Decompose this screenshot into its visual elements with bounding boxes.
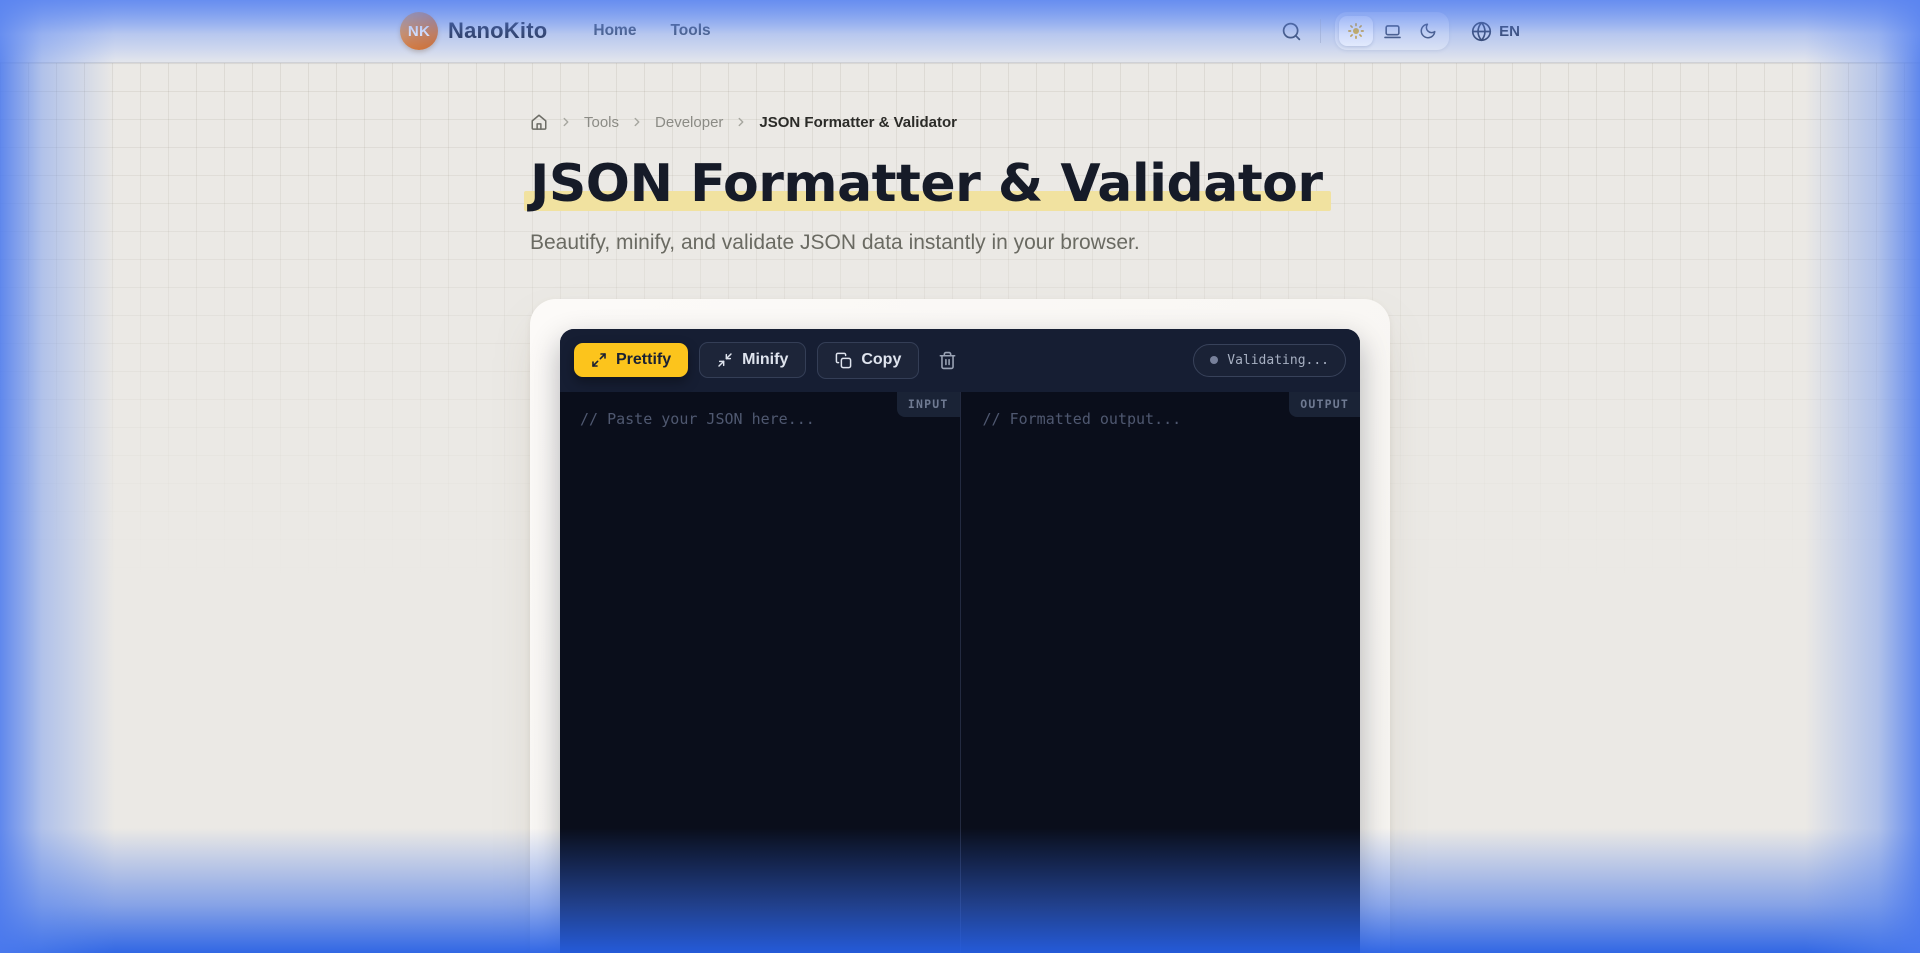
nav-link-tools[interactable]: Tools [670, 22, 710, 40]
breadcrumb: Tools Developer JSON Formatter & Validat… [530, 113, 1390, 131]
output-pane: OUTPUT // Formatted output... [961, 392, 1361, 953]
globe-icon [1471, 21, 1492, 42]
main-content: Tools Developer JSON Formatter & Validat… [530, 113, 1390, 953]
chevron-right-icon [630, 115, 644, 129]
chevron-right-icon [734, 115, 748, 129]
theme-system-button[interactable] [1375, 16, 1409, 46]
trash-icon [938, 351, 957, 370]
minify-label: Minify [742, 352, 788, 368]
theme-dark-button[interactable] [1411, 16, 1445, 46]
copy-label: Copy [861, 352, 901, 368]
validation-status-badge: Validating... [1193, 344, 1346, 377]
header-divider [1320, 19, 1321, 43]
copy-icon [835, 352, 852, 369]
json-input-textarea[interactable] [560, 392, 960, 953]
copy-button[interactable]: Copy [817, 342, 919, 379]
site-header: NK NanoKito Home Tools [0, 0, 1920, 63]
sun-icon [1347, 22, 1365, 40]
page-subtitle: Beautify, minify, and validate JSON data… [530, 231, 1390, 255]
home-icon [530, 113, 548, 131]
page-title: JSON Formatter & Validator [530, 155, 1390, 215]
json-tool-panel: Prettify Minify Copy [560, 329, 1360, 953]
tool-card: Prettify Minify Copy [530, 299, 1390, 953]
search-icon [1281, 21, 1302, 42]
input-pane: INPUT [560, 392, 960, 953]
moon-icon [1419, 22, 1437, 40]
status-label: Validating... [1227, 353, 1329, 368]
clear-button[interactable] [932, 345, 963, 376]
expand-icon [591, 352, 607, 368]
nav-link-home[interactable]: Home [593, 22, 636, 40]
breadcrumb-link-tools[interactable]: Tools [584, 114, 619, 131]
brand-logo[interactable]: NK NanoKito [400, 12, 547, 50]
editor-split-view: INPUT OUTPUT // Formatted output... [560, 392, 1360, 953]
logo-initials: NK [408, 23, 430, 40]
breadcrumb-home-link[interactable] [530, 113, 548, 131]
laptop-icon [1383, 22, 1402, 41]
chevron-right-icon [559, 115, 573, 129]
breadcrumb-current: JSON Formatter & Validator [759, 114, 957, 131]
language-label: EN [1499, 23, 1520, 40]
collapse-icon [717, 352, 733, 368]
language-button[interactable]: EN [1471, 21, 1520, 42]
prettify-button[interactable]: Prettify [574, 343, 688, 377]
breadcrumb-link-developer[interactable]: Developer [655, 114, 723, 131]
brand-name: NanoKito [448, 18, 547, 44]
main-nav: Home Tools [593, 22, 710, 40]
theme-toggle-group [1335, 12, 1449, 50]
output-pane-tag: OUTPUT [1289, 392, 1360, 417]
logo-badge: NK [400, 12, 438, 50]
minify-button[interactable]: Minify [699, 342, 806, 378]
status-dot-icon [1210, 356, 1218, 364]
theme-light-button[interactable] [1339, 16, 1373, 46]
input-pane-tag: INPUT [897, 392, 960, 417]
search-button[interactable] [1277, 17, 1306, 46]
tool-toolbar: Prettify Minify Copy [560, 329, 1360, 392]
prettify-label: Prettify [616, 352, 671, 368]
